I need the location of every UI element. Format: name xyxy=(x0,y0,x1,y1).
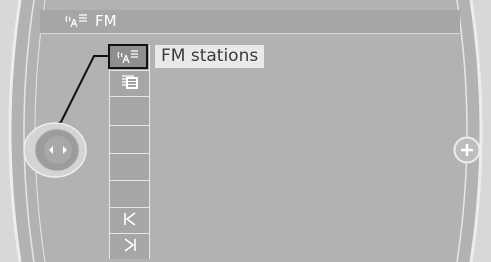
menu-item-previous[interactable] xyxy=(110,207,149,233)
menu-item-fm-stations[interactable] xyxy=(108,44,148,69)
radio-broadcast-icon xyxy=(117,49,139,69)
idrive-controller[interactable] xyxy=(22,121,88,179)
previous-track-icon xyxy=(122,211,138,231)
idrive-controller-icon xyxy=(23,122,87,178)
menu-item-empty-1[interactable] xyxy=(110,96,149,122)
menu-item-station-list[interactable] xyxy=(110,70,149,96)
station-list-icon xyxy=(120,74,140,94)
menu-item-empty-2[interactable] xyxy=(110,125,149,151)
menu-item-empty-3[interactable] xyxy=(110,153,149,179)
plus-icon xyxy=(453,136,481,164)
menu-item-next[interactable] xyxy=(110,233,149,259)
menu-item-empty-4[interactable] xyxy=(110,180,149,206)
idrive-screen: FM FM stations xyxy=(0,0,491,262)
plus-button[interactable] xyxy=(453,136,481,164)
selected-item-label[interactable]: FM stations xyxy=(155,45,265,68)
menu-column xyxy=(109,45,150,259)
next-track-icon xyxy=(122,237,138,257)
